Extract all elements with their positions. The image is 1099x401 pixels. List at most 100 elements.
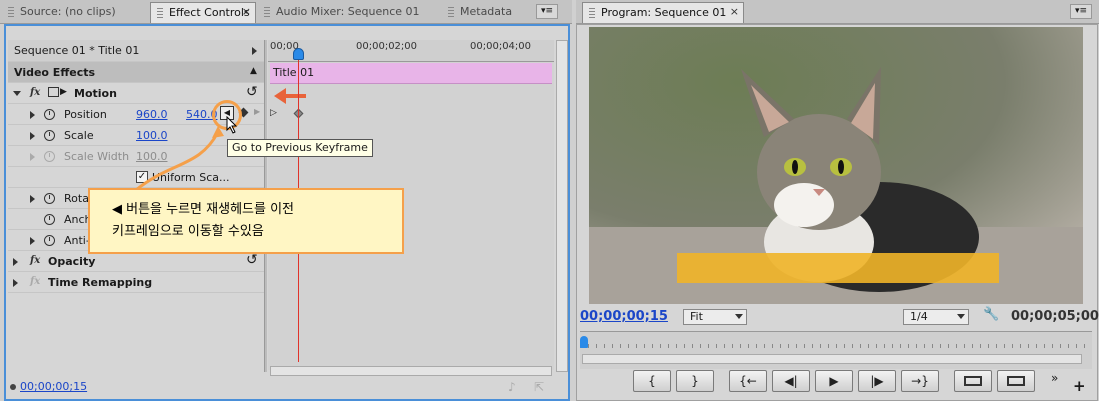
expand-arrow-icon[interactable]: [30, 132, 35, 140]
ruler-label: 00;00;02;00: [356, 41, 418, 52]
position-label: Position: [64, 108, 107, 121]
vertical-scrollbar[interactable]: [556, 40, 568, 372]
arrow-indicator-icon: [274, 88, 306, 104]
stopwatch-icon[interactable]: [44, 214, 55, 225]
mini-ruler: [580, 332, 1092, 350]
horizontal-scrollbar[interactable]: [270, 366, 552, 376]
stopwatch-icon[interactable]: [44, 130, 55, 141]
play-button[interactable]: ▶: [815, 370, 853, 392]
video-effects-header: Video Effects ▲: [8, 62, 264, 83]
mark-out-icon: }: [691, 374, 699, 388]
grip-icon: [589, 8, 595, 19]
tab-label: Metadata: [460, 5, 513, 18]
go-to-in-button[interactable]: {←: [729, 370, 767, 392]
tab-label: Effect Controls: [169, 6, 250, 19]
stopwatch-icon: [44, 151, 55, 162]
lift-button[interactable]: [954, 370, 992, 392]
next-keyframe-icon[interactable]: ▶: [254, 107, 260, 116]
expand-arrow-icon[interactable]: [13, 91, 21, 96]
chevron-down-icon: [735, 314, 743, 319]
mark-in-button[interactable]: {: [633, 370, 671, 392]
fx-icon: fx: [30, 276, 41, 287]
title-bar-overlay[interactable]: [677, 253, 999, 283]
stopwatch-icon[interactable]: [44, 235, 55, 246]
step-forward-icon: |▶: [870, 374, 884, 388]
step-forward-button[interactable]: |▶: [858, 370, 896, 392]
instruction-callout: ◀ 버튼을 누르면 재생헤드를 이전 키프레임으로 이동할 수있음: [88, 188, 404, 254]
grip-icon: [448, 7, 454, 18]
grip-icon: [264, 7, 270, 18]
tab-program[interactable]: Program: Sequence 01 ×: [582, 2, 744, 23]
keyframe-left-icon: ▷: [270, 108, 277, 118]
bottom-timecode-icon: [10, 384, 16, 390]
reset-icon[interactable]: ↺: [246, 252, 258, 268]
extract-button[interactable]: [997, 370, 1035, 392]
resolution-label: 1/4: [910, 310, 928, 323]
program-mini-timeline[interactable]: [580, 331, 1092, 369]
fx-icon[interactable]: fx: [30, 87, 40, 98]
wrench-icon[interactable]: 🔧: [983, 307, 999, 322]
position-x-value[interactable]: 960.0: [136, 108, 168, 121]
program-monitor-panel: 00;00;00;15 Fit 1/4 🔧 00;00;05;00 { } {←…: [576, 24, 1099, 401]
right-tab-bar: Program: Sequence 01 × ▾≡: [576, 0, 1099, 24]
mini-scrollbar[interactable]: [582, 354, 1082, 364]
time-remapping-row: fx Time Remapping: [8, 272, 264, 293]
expand-arrow-icon[interactable]: [13, 258, 18, 266]
fit-label: Fit: [690, 310, 703, 323]
left-tab-bar: Source: (no clips) Effect Controls × Aud…: [0, 0, 572, 24]
bottom-timecode[interactable]: 00;00;00;15: [20, 380, 87, 393]
mark-in-icon: {: [648, 374, 656, 388]
close-icon[interactable]: ×: [730, 5, 739, 18]
step-back-button[interactable]: ◀|: [772, 370, 810, 392]
go-to-out-icon: →}: [911, 374, 929, 388]
panel-menu-icon[interactable]: ▾≡: [536, 4, 558, 19]
expand-arrow-icon[interactable]: [30, 195, 35, 203]
play-small-icon: ▶: [60, 87, 67, 97]
playhead-handle[interactable]: [293, 48, 304, 60]
tab-audio-mixer[interactable]: Audio Mixer: Sequence 01: [258, 2, 440, 23]
tab-label: Program: Sequence 01: [601, 6, 727, 19]
motion-label: Motion: [74, 87, 117, 100]
more-icon[interactable]: »: [1051, 371, 1058, 385]
add-icon[interactable]: +: [1073, 377, 1086, 395]
opacity-label: Opacity: [48, 255, 96, 268]
audio-icon: ♪: [508, 380, 516, 394]
lift-icon: [964, 376, 982, 386]
resolution-dropdown[interactable]: 1/4: [903, 309, 969, 325]
fx-icon[interactable]: fx: [30, 255, 40, 266]
mark-out-button[interactable]: }: [676, 370, 714, 392]
clip-bar[interactable]: Title 01: [270, 63, 552, 84]
export-icon: ⇱: [534, 380, 545, 394]
tab-effect-controls[interactable]: Effect Controls ×: [150, 2, 256, 23]
tab-source[interactable]: Source: (no clips): [2, 2, 148, 23]
chevron-down-icon: [957, 314, 965, 319]
stopwatch-icon[interactable]: [44, 193, 55, 204]
expand-arrow-icon[interactable]: [13, 279, 18, 287]
sequence-header: Sequence 01 * Title 01: [8, 40, 264, 62]
time-remap-label: Time Remapping: [48, 276, 153, 289]
reset-icon[interactable]: ↺: [246, 84, 258, 100]
expand-arrow-icon[interactable]: [30, 237, 35, 245]
scale-label: Scale: [64, 129, 94, 142]
mini-playhead[interactable]: [580, 336, 588, 348]
callout-line-2: 키프레임으로 이동할 수있음: [112, 224, 264, 239]
ruler-label: 00;00;04;00: [470, 41, 532, 52]
sequence-title: Sequence 01 * Title 01: [14, 44, 140, 57]
fit-dropdown[interactable]: Fit: [683, 309, 747, 325]
expand-arrow-icon[interactable]: [30, 111, 35, 119]
go-to-out-button[interactable]: →}: [901, 370, 939, 392]
close-icon[interactable]: ×: [242, 5, 251, 18]
collapse-arrow-icon[interactable]: ▲: [250, 66, 257, 76]
time-ruler[interactable]: 00;00 00;00;02;00 00;00;04;00: [268, 40, 554, 62]
tooltip: Go to Previous Keyframe: [227, 139, 373, 157]
expand-arrow-icon: [30, 153, 35, 161]
stopwatch-icon[interactable]: [44, 109, 55, 120]
video-frame[interactable]: [589, 27, 1083, 304]
panel-menu-icon[interactable]: ▾≡: [1070, 4, 1092, 19]
opacity-row: fx Opacity ↺: [8, 251, 264, 272]
current-timecode[interactable]: 00;00;00;15: [580, 309, 668, 324]
tab-label: Source: (no clips): [20, 5, 116, 18]
tab-metadata[interactable]: Metadata: [442, 2, 530, 23]
expand-arrow-icon[interactable]: [252, 47, 257, 55]
section-title: Video Effects: [14, 66, 96, 79]
